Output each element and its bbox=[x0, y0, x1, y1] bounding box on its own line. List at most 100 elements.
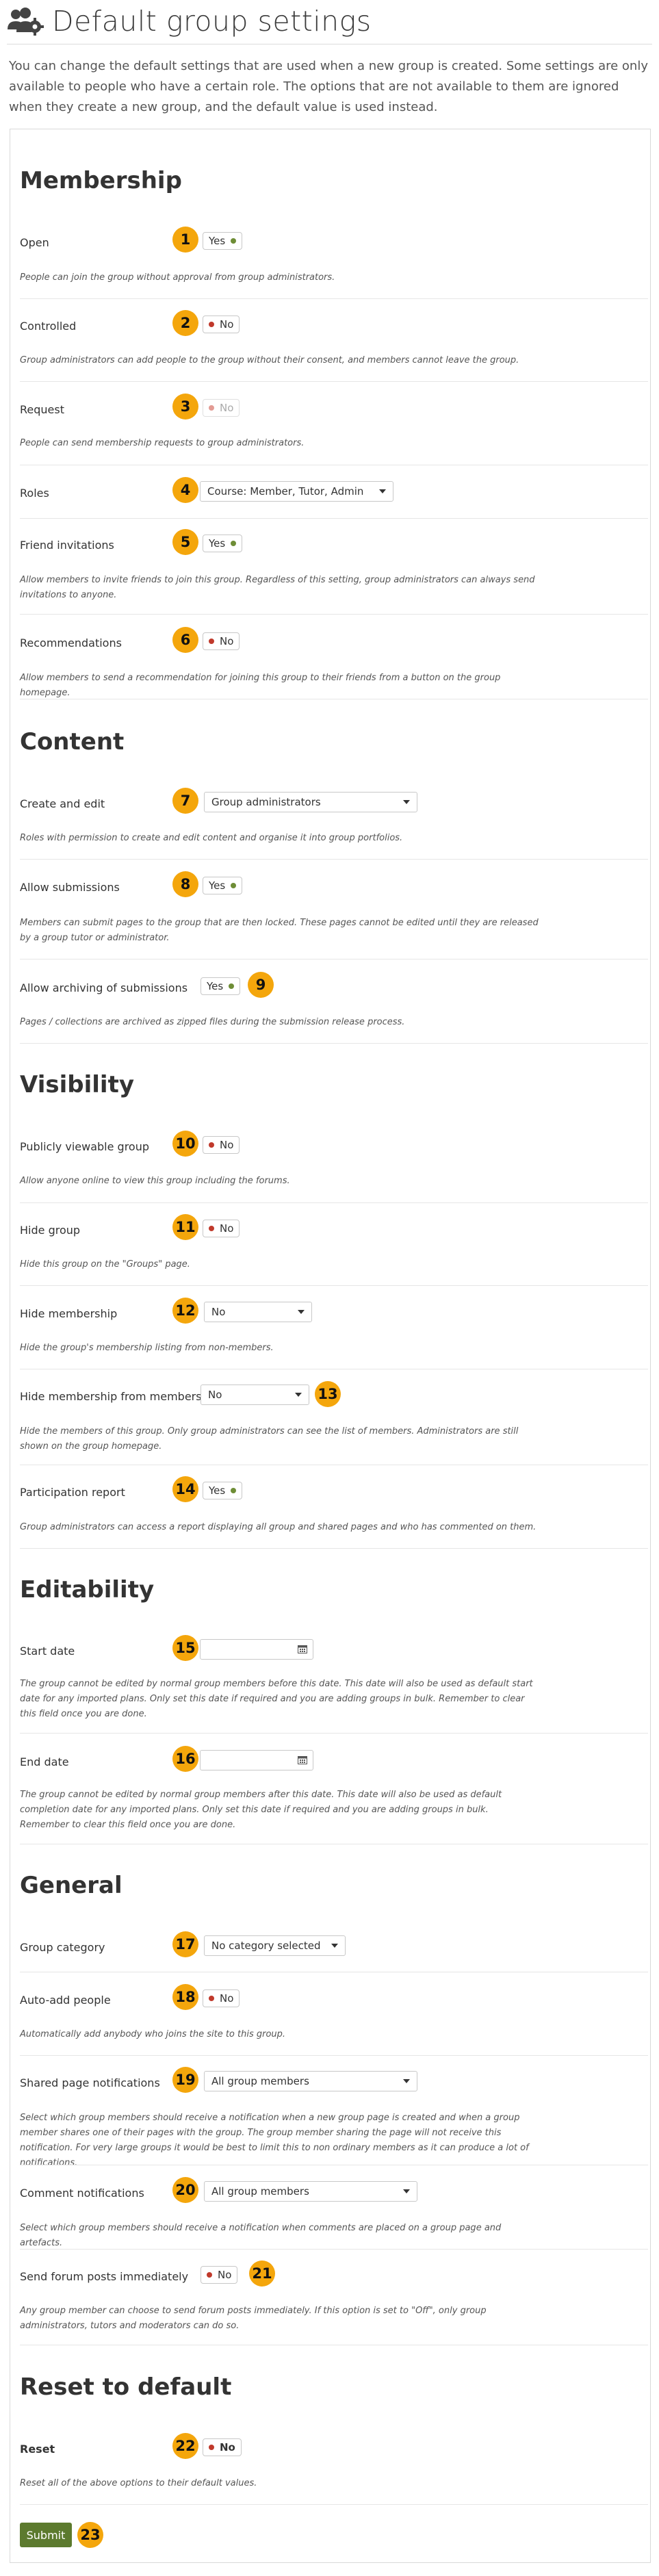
roles-select[interactable]: Course: Member, Tutor, Admin bbox=[200, 481, 393, 502]
divider bbox=[20, 2249, 648, 2250]
callout-badge: 23 bbox=[77, 2522, 103, 2548]
hide-membership-description: Hide the group's membership listing from… bbox=[20, 1343, 274, 1353]
divider bbox=[20, 381, 648, 382]
toggle-value: Yes bbox=[209, 1484, 226, 1497]
calendar-icon[interactable] bbox=[298, 1755, 307, 1764]
divider bbox=[20, 1043, 648, 1044]
divider bbox=[20, 1202, 648, 1203]
select-value: All group members bbox=[211, 2075, 309, 2087]
select-value: No bbox=[208, 1389, 222, 1401]
select-value: All group members bbox=[211, 2185, 309, 2198]
toggle-indicator bbox=[209, 322, 214, 327]
recommendations-toggle[interactable]: No bbox=[203, 632, 240, 650]
public-group-description: Allow anyone online to view this group i… bbox=[20, 1176, 290, 1186]
callout-badge: 16 bbox=[172, 1746, 198, 1772]
callout-badge: 17 bbox=[172, 1931, 198, 1957]
start-date-input[interactable] bbox=[200, 1639, 313, 1660]
callout-badge: 6 bbox=[172, 627, 198, 653]
select-value: Group administrators bbox=[211, 796, 321, 808]
toggle-value: No bbox=[220, 318, 234, 331]
friend-invitations-toggle[interactable]: Yes bbox=[203, 534, 243, 552]
controlled-toggle[interactable]: No bbox=[203, 315, 240, 333]
reset-description: Reset all of the above options to their … bbox=[20, 2478, 257, 2488]
callout-badge: 13 bbox=[315, 1381, 341, 1407]
open-label: Open bbox=[20, 236, 49, 249]
participation-report-description: Group administrators can access a report… bbox=[20, 1522, 537, 1532]
chevron-down-icon bbox=[403, 800, 410, 804]
allow-submissions-toggle[interactable]: Yes bbox=[203, 877, 243, 894]
forum-posts-description: Any group member can choose to send foru… bbox=[20, 2306, 487, 2331]
divider bbox=[20, 2504, 648, 2505]
allow-archiving-description: Pages / collections are archived as zipp… bbox=[20, 1017, 405, 1027]
hide-group-label: Hide group bbox=[20, 1224, 81, 1237]
toggle-indicator bbox=[209, 1142, 214, 1148]
auto-add-toggle[interactable]: No bbox=[203, 1989, 240, 2007]
request-description: People can send membership requests to g… bbox=[20, 438, 305, 448]
public-group-toggle[interactable]: No bbox=[203, 1136, 240, 1154]
hide-membership-select[interactable]: No bbox=[204, 1302, 312, 1322]
group-category-select[interactable]: No category selected bbox=[204, 1935, 346, 1956]
request-toggle[interactable]: No bbox=[203, 399, 240, 417]
allow-submissions-description: Members can submit pages to the group th… bbox=[20, 918, 539, 943]
toggle-indicator bbox=[209, 1226, 214, 1231]
end-date-input[interactable] bbox=[200, 1750, 313, 1770]
section-membership-title: Membership bbox=[20, 167, 182, 194]
create-edit-select[interactable]: Group administrators bbox=[204, 792, 417, 812]
divider bbox=[20, 1548, 648, 1549]
section-reset-title: Reset to default bbox=[20, 2373, 232, 2401]
callout-badge: 4 bbox=[172, 477, 198, 503]
hide-group-toggle[interactable]: No bbox=[203, 1220, 240, 1237]
toggle-indicator bbox=[231, 238, 237, 244]
hide-membership-members-select[interactable]: No bbox=[201, 1384, 309, 1405]
toggle-value: No bbox=[220, 635, 234, 647]
hide-membership-members-description: Hide the members of this group. Only gro… bbox=[20, 1426, 519, 1452]
toggle-value: No bbox=[220, 1992, 234, 2005]
divider bbox=[20, 614, 648, 615]
allow-submissions-label: Allow submissions bbox=[20, 881, 120, 894]
divider bbox=[20, 859, 648, 860]
section-editability-title: Editability bbox=[20, 1576, 155, 1603]
recommendations-description: Allow members to send a recommendation f… bbox=[20, 673, 501, 698]
hide-group-description: Hide this group on the "Groups" page. bbox=[20, 1259, 190, 1270]
submit-button[interactable]: Submit bbox=[20, 2523, 72, 2547]
toggle-value: Yes bbox=[209, 879, 226, 892]
open-description: People can join the group without approv… bbox=[20, 272, 335, 283]
forum-posts-toggle[interactable]: No bbox=[201, 2266, 238, 2284]
shared-page-notifications-select[interactable]: All group members bbox=[204, 2071, 417, 2091]
divider bbox=[20, 518, 648, 519]
section-content-title: Content bbox=[20, 728, 125, 756]
section-visibility-title: Visibility bbox=[20, 1071, 134, 1098]
allow-archiving-toggle[interactable]: Yes bbox=[201, 977, 241, 995]
callout-badge: 18 bbox=[172, 1984, 198, 2010]
divider bbox=[20, 1733, 648, 1734]
callout-badge: 14 bbox=[172, 1476, 198, 1502]
forum-posts-label: Send forum posts immediately bbox=[20, 2270, 189, 2283]
chevron-down-icon bbox=[403, 2079, 410, 2083]
comment-notifications-description: Select which group members should receiv… bbox=[20, 2223, 502, 2248]
toggle-indicator bbox=[209, 1996, 214, 2001]
calendar-icon[interactable] bbox=[298, 1645, 307, 1653]
toggle-value: No bbox=[220, 402, 234, 414]
auto-add-label: Auto-add people bbox=[20, 1994, 111, 2007]
toggle-indicator bbox=[231, 541, 237, 546]
toggle-value: Yes bbox=[207, 980, 224, 992]
reset-toggle[interactable]: No bbox=[203, 2438, 242, 2456]
participation-report-label: Participation report bbox=[20, 1486, 125, 1499]
callout-badge: 12 bbox=[172, 1298, 198, 1324]
callout-badge: 5 bbox=[172, 529, 198, 555]
controlled-description: Group administrators can add people to t… bbox=[20, 355, 519, 365]
toggle-value: Yes bbox=[209, 537, 226, 550]
controlled-label: Controlled bbox=[20, 320, 77, 333]
chevron-down-icon bbox=[298, 1310, 305, 1314]
group-settings-icon bbox=[8, 8, 44, 36]
chevron-down-icon bbox=[379, 489, 386, 493]
chevron-down-icon bbox=[403, 2189, 410, 2193]
open-toggle[interactable]: Yes bbox=[203, 232, 243, 250]
toggle-indicator bbox=[231, 1488, 237, 1493]
callout-badge: 9 bbox=[248, 972, 274, 998]
comment-notifications-select[interactable]: All group members bbox=[204, 2181, 417, 2202]
participation-report-toggle[interactable]: Yes bbox=[203, 1482, 243, 1499]
page-header: Default group settings bbox=[7, 1, 372, 41]
auto-add-description: Automatically add anybody who joins the … bbox=[20, 2029, 286, 2039]
toggle-indicator bbox=[207, 2272, 212, 2278]
